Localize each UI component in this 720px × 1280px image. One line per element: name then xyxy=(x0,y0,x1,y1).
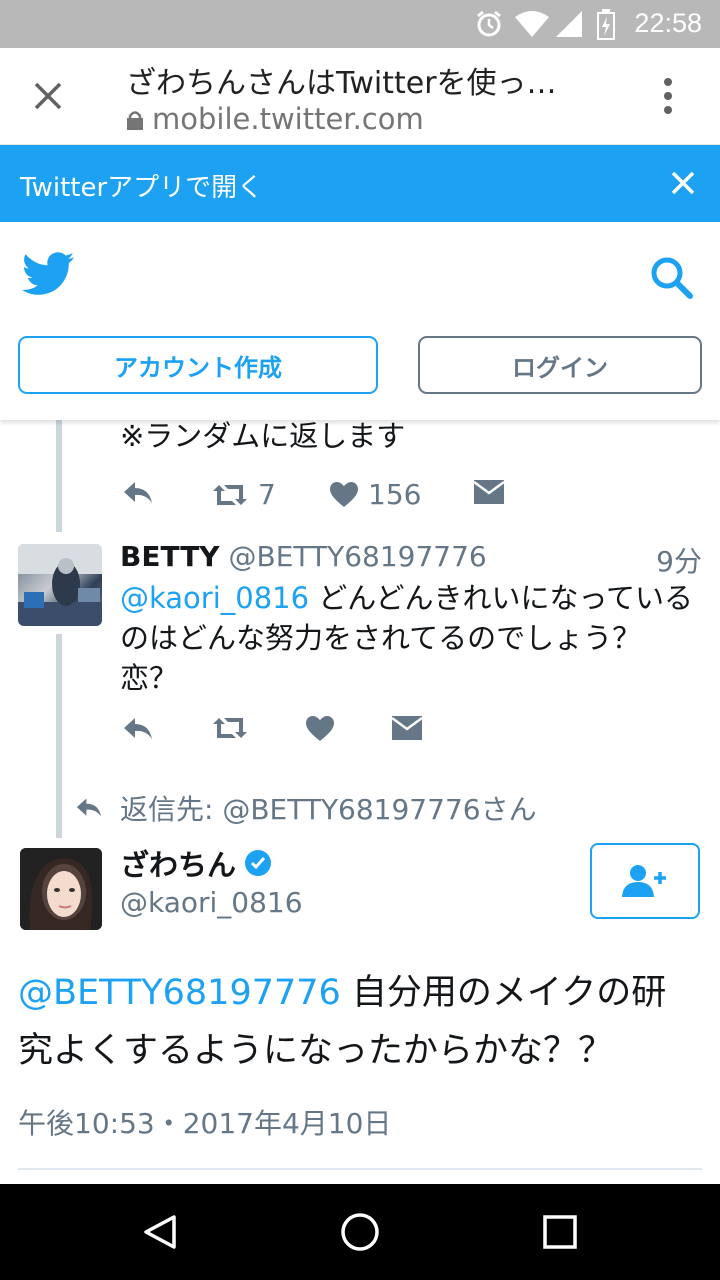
reply-arrow-icon xyxy=(76,798,102,817)
tweet-text-line: どんどんきれいになっている xyxy=(309,581,693,615)
avatar-image xyxy=(20,848,102,930)
tweet-time[interactable]: 9分 xyxy=(656,540,702,580)
login-button[interactable]: ログイン xyxy=(418,336,702,394)
username[interactable]: @BETTY68197776 xyxy=(229,540,487,573)
retweet-count: 7 xyxy=(258,478,276,511)
open-in-app-banner[interactable]: Twitterアプリで開く xyxy=(0,145,720,222)
recent-apps-icon[interactable] xyxy=(543,1215,577,1249)
open-in-app-label: Twitterアプリで開く xyxy=(20,173,264,203)
navigation-bar xyxy=(0,1184,720,1280)
display-name-row: ざわちん xyxy=(120,842,272,884)
wifi-icon xyxy=(515,11,549,37)
envelope-icon xyxy=(474,480,504,504)
reply-context-text[interactable]: 返信先: @BETTY68197776さん xyxy=(120,788,537,828)
reply-action[interactable] xyxy=(122,714,154,744)
url-text: mobile.twitter.com xyxy=(152,102,424,136)
like-action[interactable]: 156 xyxy=(330,478,421,511)
tweet-text-line: 究よくするようになったからかな？？ xyxy=(18,1031,614,1071)
alarm-icon xyxy=(477,10,501,37)
reply-icon xyxy=(124,718,152,739)
reply-icon xyxy=(124,482,152,503)
home-icon[interactable] xyxy=(340,1212,380,1252)
status-time: 22:58 xyxy=(634,8,702,38)
mention-link[interactable]: @kaori_0816 xyxy=(120,581,309,615)
more-options-icon[interactable] xyxy=(656,76,680,116)
back-icon[interactable] xyxy=(142,1214,178,1250)
username[interactable]: @kaori_0816 xyxy=(120,886,303,919)
banner-close-icon[interactable] xyxy=(668,168,698,198)
like-action[interactable] xyxy=(306,716,334,742)
reply-action[interactable] xyxy=(122,478,154,508)
twitter-header: アカウント作成 ログイン xyxy=(0,222,720,420)
battery-icon xyxy=(597,9,615,40)
search-icon[interactable] xyxy=(648,254,694,300)
thread-line xyxy=(56,634,62,838)
signal-icon xyxy=(556,11,582,37)
twitter-bird-icon[interactable] xyxy=(22,252,74,296)
heart-icon xyxy=(306,716,334,741)
retweet-action[interactable] xyxy=(212,714,248,742)
retweet-action[interactable]: 7 xyxy=(212,478,276,511)
message-action[interactable] xyxy=(474,480,504,504)
thread-line xyxy=(56,420,62,532)
reply-context: 返信先: @BETTY68197776さん xyxy=(74,788,537,828)
tweet-text-line: のはどんな努力をされてるのでしょう？ xyxy=(120,621,642,655)
status-bar: 22:58 xyxy=(0,0,720,48)
mention-link[interactable]: @BETTY68197776 xyxy=(18,973,341,1013)
page-title: ざわちんさんはTwitterを使っ… xyxy=(126,66,557,101)
retweet-icon xyxy=(213,718,247,738)
display-name[interactable]: BETTY xyxy=(120,540,220,573)
avatar-image xyxy=(18,544,102,626)
lock-icon xyxy=(127,111,143,130)
envelope-icon xyxy=(392,716,422,740)
follow-user-icon xyxy=(622,865,666,897)
display-name[interactable]: ざわちん xyxy=(120,842,236,884)
tweet-text: ※ランダムに返します xyxy=(120,419,406,453)
tweet-timestamp[interactable]: 午後10:53・2017年4月10日 xyxy=(18,1102,391,1142)
avatar[interactable] xyxy=(18,544,102,626)
create-account-button[interactable]: アカウント作成 xyxy=(18,336,378,394)
message-action[interactable] xyxy=(392,716,422,740)
tweet-text-line: 恋？ xyxy=(120,661,179,695)
close-icon[interactable] xyxy=(24,72,72,120)
url-display[interactable]: mobile.twitter.com xyxy=(126,102,424,136)
heart-icon xyxy=(330,481,358,507)
avatar[interactable] xyxy=(20,848,102,930)
browser-toolbar: ざわちんさんはTwitterを使っ… mobile.twitter.com xyxy=(0,48,720,144)
retweet-icon xyxy=(213,484,247,505)
main-tweet-text: @BETTY68197776 自分用のメイクの研 究よくするようになったからかな… xyxy=(18,964,708,1080)
verified-badge-icon xyxy=(245,850,272,876)
tweet-header: BETTY @BETTY68197776 xyxy=(120,540,487,573)
tweet-text: @kaori_0816 どんどんきれいになっている のはどんな努力をされてるので… xyxy=(120,578,710,698)
follow-button[interactable] xyxy=(590,843,700,919)
tweet-text-line: 自分用のメイクの研 xyxy=(340,973,667,1013)
like-count: 156 xyxy=(368,478,422,511)
divider xyxy=(18,1168,702,1170)
